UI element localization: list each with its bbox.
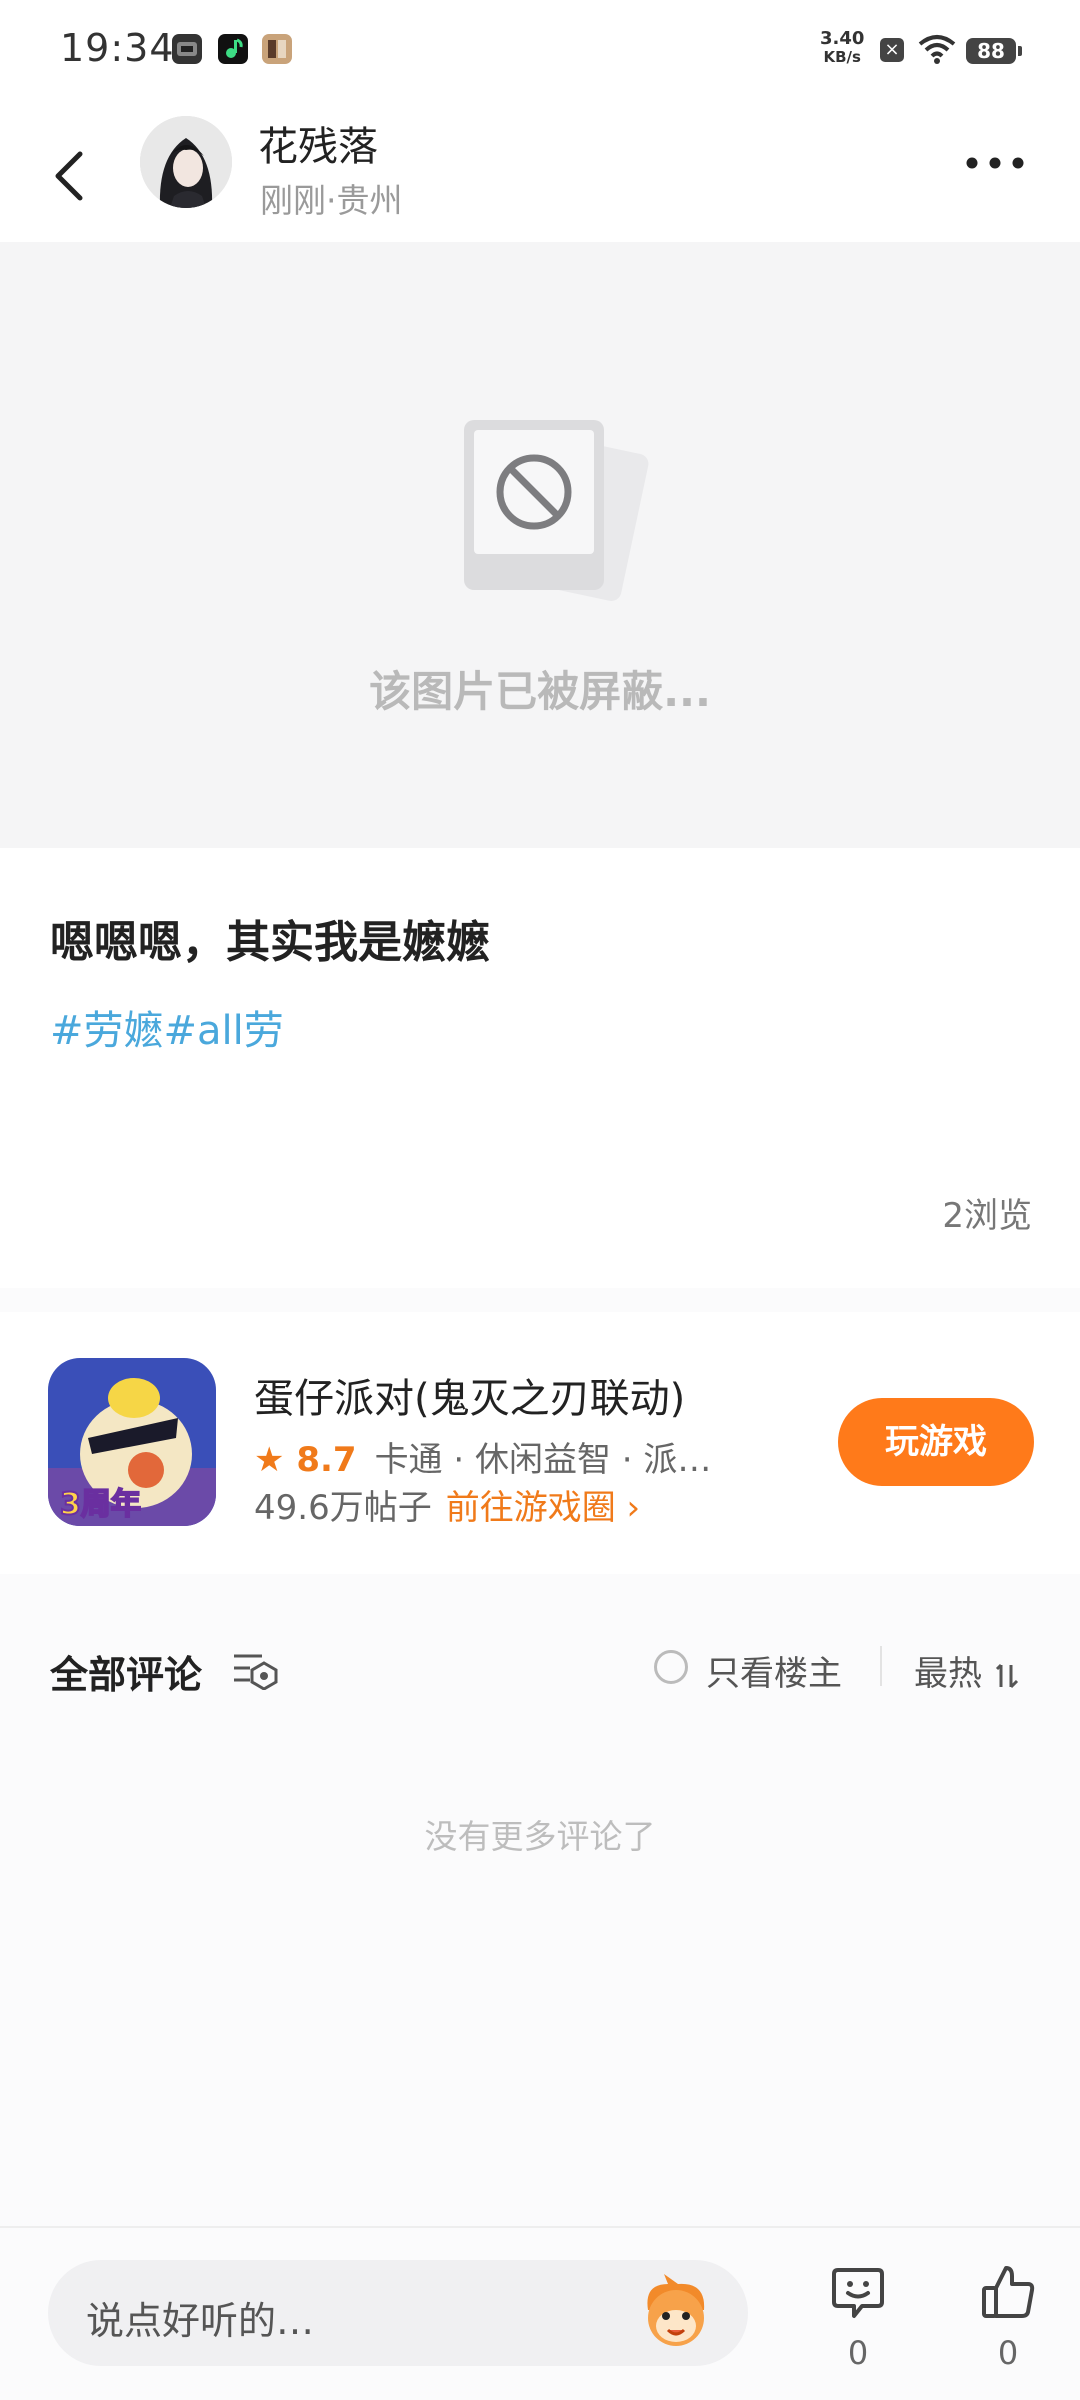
tag-link[interactable]: #劳嬷 — [50, 1008, 164, 1054]
like-count: 0 — [997, 2334, 1019, 2372]
comments-title: 全部评论 — [50, 1653, 203, 1697]
game-stats: 49.6万帖子 前往游戏圈 › — [254, 1480, 640, 1529]
thumbs-up-icon — [982, 2266, 1035, 2318]
tag-link[interactable]: #all劳 — [164, 1008, 284, 1054]
post-time-location: 刚刚·贵州 — [260, 181, 403, 220]
game-genres: 卡通 · 休闲益智 · 派… — [374, 1440, 712, 1480]
network-speed: 3.40 KB/s — [820, 28, 865, 67]
goto-game-circle-label: 前往游戏圈 — [445, 1488, 616, 1528]
sort-toggle[interactable]: 最热 — [914, 1646, 1021, 1695]
app-icon-3 — [262, 34, 292, 64]
post-tags: #劳嬷#all劳 — [50, 998, 284, 1056]
only-op-label[interactable]: 只看楼主 — [706, 1646, 842, 1695]
speed-unit: KB/s — [823, 48, 861, 66]
blocked-image-area[interactable]: 该图片已被屏蔽... — [0, 242, 1080, 848]
comments-header: 全部评论 只看楼主 最热 — [0, 1600, 1080, 1740]
app-icon-1 — [172, 34, 202, 64]
post-header: 花残落 刚刚·贵州 — [0, 100, 1080, 242]
avatar[interactable] — [140, 116, 232, 208]
blocked-image-message: 该图片已被屏蔽... — [369, 667, 711, 716]
sort-icon — [995, 1663, 1018, 1688]
emoji-icon[interactable] — [634, 2270, 718, 2354]
app-icon-2 — [218, 34, 248, 64]
divider — [880, 1646, 882, 1686]
view-count: 2浏览 — [942, 1196, 1032, 1236]
like-button[interactable]: 0 — [968, 2262, 1048, 2382]
comment-button[interactable]: 0 — [818, 2262, 898, 2382]
close-box-icon: × — [880, 38, 904, 62]
no-more-comments: 没有更多评论了 — [424, 1817, 656, 1856]
game-rating: ★ 8.7 — [254, 1440, 357, 1480]
bottom-bar: 说点好听的… 0 0 — [0, 2226, 1080, 2400]
comment-input-placeholder: 说点好听的… — [86, 2299, 315, 2343]
post-body: 嗯嗯嗯，其实我是嬷嬷 #劳嬷#all劳 2浏览 — [0, 848, 1080, 1288]
comment-filter-icon[interactable] — [232, 1650, 278, 1690]
comment-count: 0 — [847, 2334, 869, 2372]
speed-value: 3.40 — [820, 28, 865, 49]
back-arrow-icon — [55, 151, 83, 201]
more-button[interactable] — [960, 148, 1030, 178]
more-icon — [966, 157, 1024, 169]
game-info: ★ 8.7 卡通 · 休闲益智 · 派… — [254, 1432, 711, 1481]
game-icon-badge: 3周年 — [60, 1487, 141, 1522]
battery-icon: 88 — [966, 38, 1022, 64]
user-name[interactable]: 花残落 — [258, 114, 378, 172]
sort-label: 最热 — [914, 1654, 982, 1694]
comment-input[interactable]: 说点好听的… — [48, 2260, 748, 2366]
game-post-count: 49.6万帖子 — [254, 1488, 432, 1528]
status-bar: 19:34 3.40 KB/s × 88 — [0, 0, 1080, 100]
game-card[interactable]: 3周年 蛋仔派对(鬼灭之刃联动) ★ 8.7 卡通 · 休闲益智 · 派… 49.… — [0, 1312, 1080, 1574]
post-text: 嗯嗯嗯，其实我是嬷嬷 — [50, 917, 490, 968]
play-game-button[interactable]: 玩游戏 — [838, 1398, 1034, 1486]
star-icon: ★ — [254, 1440, 285, 1480]
only-op-radio[interactable] — [654, 1650, 688, 1684]
status-time: 19:34 — [60, 26, 175, 70]
goto-game-circle-link[interactable]: 前往游戏圈 › — [446, 1488, 640, 1528]
comment-icon — [832, 2268, 884, 2318]
rating-value: 8.7 — [296, 1440, 357, 1480]
back-button[interactable] — [44, 136, 104, 206]
blocked-image-icon — [464, 420, 649, 601]
game-title[interactable]: 蛋仔派对(鬼灭之刃联动) — [254, 1366, 685, 1424]
game-app-icon[interactable]: 3周年 — [48, 1358, 216, 1526]
chevron-right-icon: › — [626, 1488, 641, 1528]
wifi-icon — [918, 34, 956, 68]
